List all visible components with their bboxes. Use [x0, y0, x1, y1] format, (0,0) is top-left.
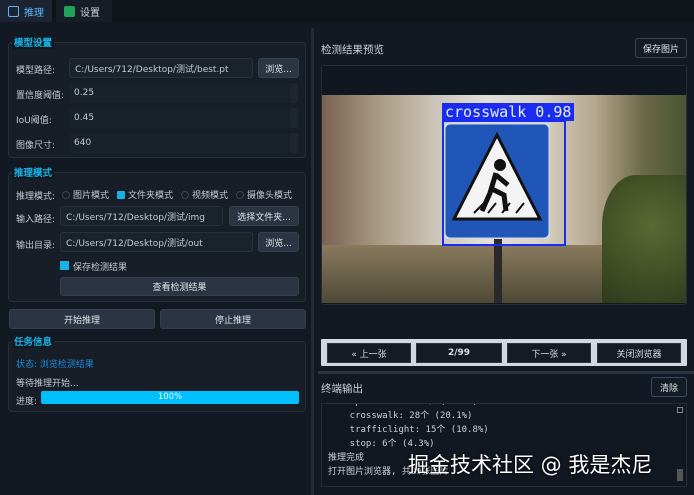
check-icon — [64, 5, 75, 17]
clear-button[interactable]: 清除 — [651, 377, 687, 397]
watermark: 掘金技术社区 @ 我是杰尼 — [408, 453, 653, 477]
iou-spinbox[interactable]: 0.45 — [69, 108, 289, 128]
select-folder-button[interactable]: 选择文件夹... — [229, 206, 299, 226]
preview-title: 检测结果预览 — [321, 44, 384, 56]
iou-label: IoU阈值: — [16, 116, 52, 126]
radio-label: 视频模式 — [192, 191, 229, 201]
view-results-button[interactable]: 查看检测结果 — [60, 277, 299, 296]
progress-text: 100% — [157, 392, 183, 402]
mode-label: 推理模式: — [16, 192, 56, 202]
mode-radio-group: 图片模式 文件夹模式 视频模式 摄像头模式 — [62, 188, 292, 201]
radio-folder-mode[interactable]: 文件夹模式 — [117, 188, 173, 201]
group-title: 推理模式 — [12, 165, 55, 179]
radio-indicator[interactable] — [181, 190, 190, 199]
conf-spinbox[interactable]: 0.25 — [69, 83, 289, 103]
tab-label: 推理 — [24, 7, 44, 19]
model-path-label: 模型路径: — [16, 66, 56, 76]
radio-camera-mode[interactable]: 摄像头模式 — [236, 188, 292, 201]
stop-inference-button[interactable]: 停止推理 — [160, 309, 306, 329]
terminal-line: trafficlight: 15个 (10.8%) — [328, 425, 489, 435]
radio-label: 摄像头模式 — [247, 191, 293, 201]
radio-indicator[interactable] — [117, 190, 126, 199]
model-path-input[interactable]: C:/Users/712/Desktop/测试/best.pt — [69, 58, 253, 78]
radio-video-mode[interactable]: 视频模式 — [181, 188, 228, 201]
save-image-button[interactable]: 保存图片 — [635, 38, 687, 58]
page-indicator: 2/99 — [416, 343, 502, 363]
conf-spin-arrows[interactable] — [290, 83, 298, 103]
close-browser-button[interactable]: 关闭浏览器 — [597, 343, 681, 363]
status-message: 等待推理开始... — [16, 379, 79, 389]
terminal-title: 终端输出 — [321, 383, 363, 395]
splitter-handle[interactable] — [311, 28, 314, 495]
radio-indicator[interactable] — [62, 190, 70, 199]
radio-indicator[interactable] — [236, 190, 245, 199]
scrollbar-thumb[interactable] — [677, 469, 683, 481]
group-title: 任务信息 — [12, 334, 55, 348]
iou-spin-arrows[interactable] — [290, 108, 298, 128]
progress-bar: 100% — [41, 391, 299, 404]
scroll-up-icon[interactable] — [677, 407, 683, 413]
input-path-input[interactable]: C:/Users/712/Desktop/测试/img — [60, 206, 223, 226]
detection-label: crosswalk 0.98 — [442, 103, 575, 121]
input-path-label: 输入路径: — [16, 215, 56, 225]
save-results-checkbox[interactable] — [60, 261, 69, 270]
group-title: 模型设置 — [12, 35, 55, 49]
radio-label: 文件夹模式 — [128, 191, 174, 201]
chart-icon — [8, 5, 19, 17]
splitter-handle[interactable] — [318, 371, 694, 374]
tab-inference[interactable]: 推理 — [0, 0, 52, 22]
save-results-label: 保存检测结果 — [73, 263, 128, 273]
browse-output-button[interactable]: 浏览... — [258, 232, 299, 252]
terminal-scrollbar[interactable] — [677, 407, 684, 485]
status-text: 状态: 浏览检测结果 — [16, 360, 94, 370]
tab-settings[interactable]: 设置 — [56, 0, 112, 22]
progress-label: 进度: — [16, 397, 38, 407]
next-image-button[interactable]: 下一张 » — [507, 343, 591, 363]
radio-image-mode[interactable]: 图片模式 — [62, 188, 109, 201]
terminal-line: crosswalk: 28个 (20.1%) — [328, 411, 473, 421]
detection-box — [442, 120, 566, 246]
start-inference-button[interactable]: 开始推理 — [9, 309, 155, 329]
prev-image-button[interactable]: « 上一张 — [327, 343, 411, 363]
size-spinbox[interactable]: 640 — [69, 133, 289, 153]
output-dir-label: 输出目录: — [16, 241, 56, 251]
size-spin-arrows[interactable] — [290, 133, 298, 153]
conf-label: 置信度阈值: — [16, 91, 65, 101]
output-dir-input[interactable]: C:/Users/712/Desktop/测试/out — [60, 232, 253, 252]
tab-label: 设置 — [80, 7, 100, 19]
browse-model-button[interactable]: 浏览... — [258, 58, 299, 78]
size-label: 图像尺寸: — [16, 141, 56, 151]
radio-label: 图片模式 — [73, 191, 110, 201]
